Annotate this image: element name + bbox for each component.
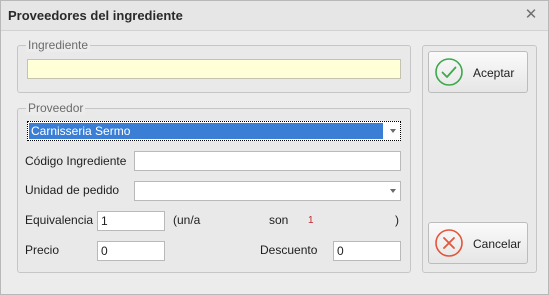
descuento-label: Descuento bbox=[260, 243, 318, 257]
codigo-label: Código Ingrediente bbox=[25, 154, 127, 168]
cancel-button[interactable]: Cancelar bbox=[428, 222, 528, 264]
proveedor-combobox[interactable]: Carnisseria Sermo bbox=[27, 121, 401, 141]
unidad-label: Unidad de pedido bbox=[25, 183, 120, 197]
proveedor-group-label: Proveedor bbox=[26, 101, 86, 115]
son-label: son bbox=[269, 213, 289, 227]
descuento-input[interactable]: 0 bbox=[333, 241, 401, 261]
chevron-down-icon[interactable] bbox=[390, 189, 396, 193]
ingrediente-input[interactable] bbox=[27, 59, 401, 79]
accept-button[interactable]: Aceptar bbox=[428, 51, 528, 93]
precio-label: Precio bbox=[25, 243, 60, 257]
unidad-pedido-combobox[interactable] bbox=[134, 181, 401, 201]
window-title: Proveedores del ingrediente bbox=[8, 8, 183, 23]
equivalencia-label: Equivalencia bbox=[25, 213, 94, 227]
chevron-down-icon[interactable] bbox=[390, 129, 396, 133]
title-bar[interactable]: Proveedores del ingrediente ✕ bbox=[1, 1, 548, 31]
checkmark-circle-icon bbox=[435, 58, 463, 86]
son-value: 1 bbox=[308, 215, 314, 226]
close-paren-label: ) bbox=[395, 213, 399, 227]
ingrediente-group-label: Ingrediente bbox=[26, 38, 91, 52]
cancel-button-label: Cancelar bbox=[473, 237, 522, 251]
precio-input[interactable]: 0 bbox=[97, 241, 165, 261]
equivalencia-input[interactable]: 1 bbox=[97, 211, 165, 231]
close-icon[interactable]: ✕ bbox=[522, 6, 540, 24]
codigo-ingrediente-input[interactable] bbox=[134, 151, 401, 171]
x-circle-icon bbox=[435, 229, 463, 257]
accept-button-label: Aceptar bbox=[473, 66, 515, 80]
proveedor-selected-value: Carnisseria Sermo bbox=[29, 123, 383, 139]
unit-prefix-label: (un/a bbox=[173, 213, 201, 227]
dialog-window: Proveedores del ingrediente ✕ Ingredient… bbox=[0, 0, 549, 295]
